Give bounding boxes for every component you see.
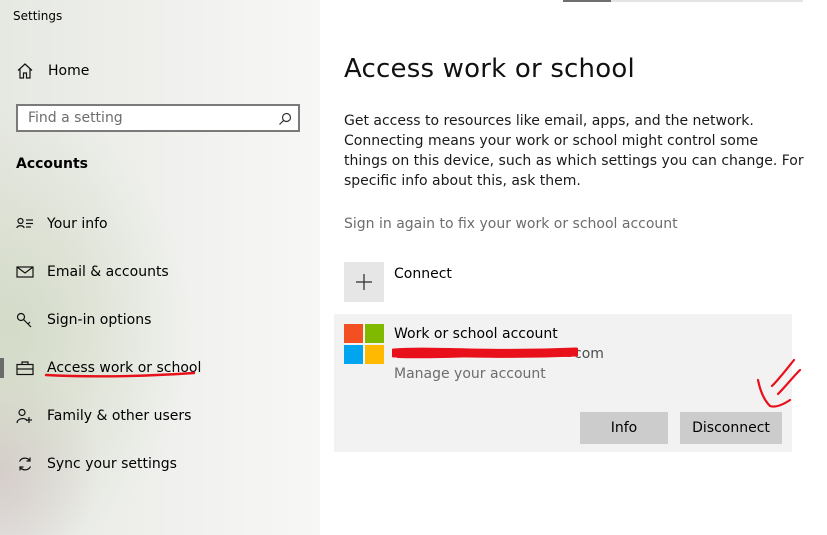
microsoft-logo-icon [344,324,384,364]
briefcase-icon [16,360,34,376]
account-name: Work or school account [394,326,558,342]
add-person-icon [16,408,34,424]
red-arrow-annotation [756,358,802,408]
page-title: Access work or school [344,54,635,84]
key-icon [16,312,34,328]
person-card-icon [16,216,34,232]
sidebar-item-label: Family & other users [47,408,192,424]
sync-icon [16,456,34,472]
account-email-suffix: com [574,346,604,362]
search-input[interactable] [28,109,268,127]
manage-account-link[interactable]: Manage your account [394,366,546,382]
red-underline-annotation [44,371,196,378]
redaction-scribble [392,347,578,359]
sidebar-item-label: Your info [47,216,108,232]
app-title: Settings [13,9,63,23]
sidebar: Settings Home Accounts [0,0,320,535]
top-divider [563,0,803,2]
connect-label: Connect [394,266,452,282]
sidebar-item-access-work-or-school[interactable]: Access work or school [0,348,320,388]
section-title-accounts: Accounts [16,156,89,172]
home-label: Home [48,63,90,79]
sidebar-item-label: Sign-in options [47,312,152,328]
mail-icon [16,264,34,280]
disconnect-button[interactable]: Disconnect [680,412,782,444]
info-button[interactable]: Info [580,412,668,444]
sidebar-item-label: Sync your settings [47,456,177,472]
sidebar-item-label: Email & accounts [47,264,169,280]
home-nav-item[interactable]: Home [16,62,89,80]
sidebar-item-your-info[interactable]: Your info [0,204,320,244]
sidebar-item-family-other-users[interactable]: Family & other users [0,396,320,436]
search-icon[interactable] [278,111,292,125]
sidebar-item-email-accounts[interactable]: Email & accounts [0,252,320,292]
sidebar-item-sign-in-options[interactable]: Sign-in options [0,300,320,340]
selection-indicator [0,358,4,378]
page-description: Get access to resources like email, apps… [344,113,804,189]
search-box[interactable] [16,104,300,132]
settings-window: Settings Home Accounts [0,0,827,535]
sidebar-item-sync-settings[interactable]: Sync your settings [0,444,320,484]
work-school-account-card[interactable]: Work or school account com Manage your a… [334,314,792,452]
plus-icon [344,262,384,302]
reauth-hint: Sign in again to fix your work or school… [344,216,678,232]
home-icon [16,62,34,80]
main-content: Access work or school Get access to reso… [320,0,827,535]
connect-button[interactable]: Connect [344,262,452,302]
